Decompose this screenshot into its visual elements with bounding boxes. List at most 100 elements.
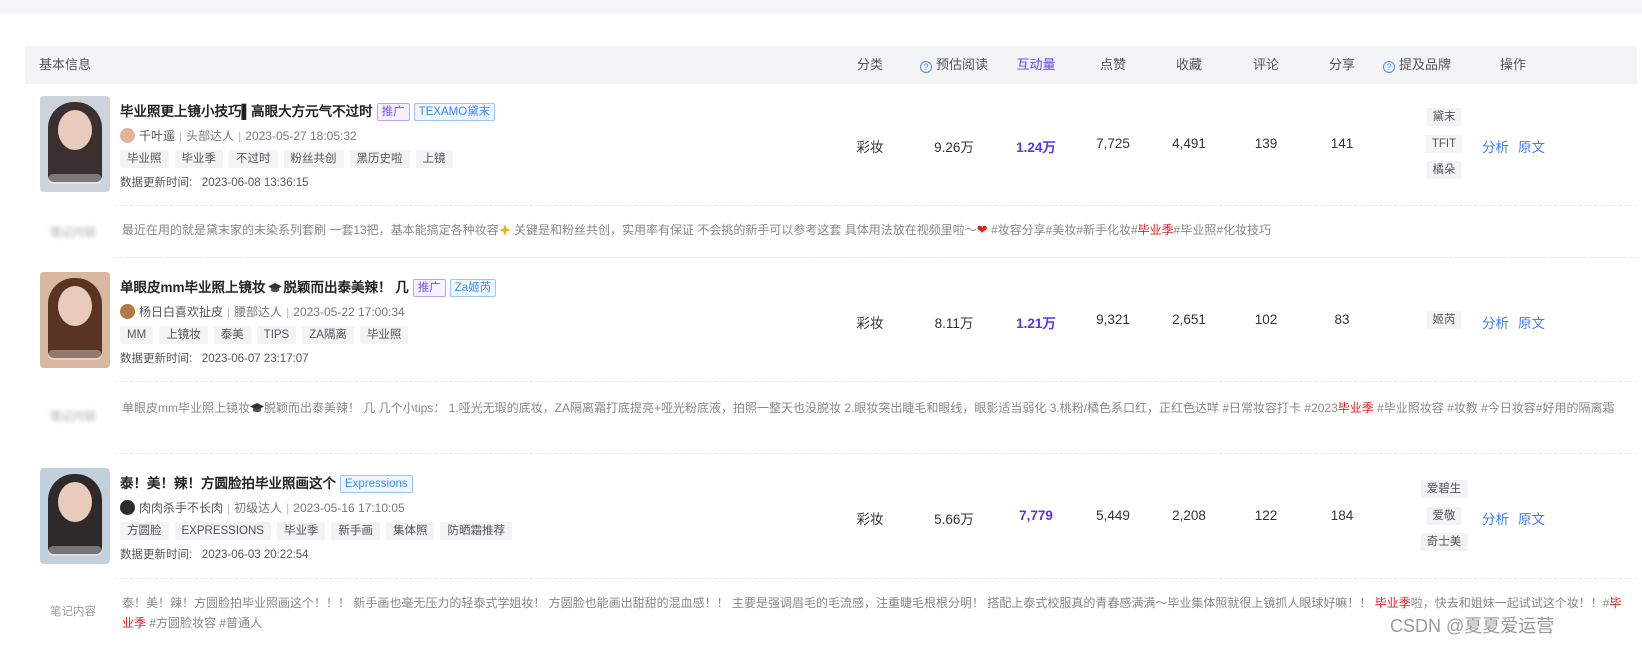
note-text: 单眼皮mm毕业照上镜妆 脱颖而出泰美辣！ 几 几个小tips： 1.哑光无瑕的底妆…: [122, 401, 1615, 415]
note-label: 笔记内容: [50, 227, 96, 239]
shares-value: 141: [1330, 136, 1354, 151]
header-shares[interactable]: 分享: [1329, 46, 1355, 84]
category-value: 彩妆: [856, 140, 884, 155]
header-comments[interactable]: 评论: [1253, 46, 1279, 84]
tag: TIPS: [256, 326, 297, 344]
divider: [115, 205, 1637, 206]
help-icon[interactable]: ?: [1382, 61, 1395, 73]
tag: 毕业季: [174, 150, 223, 168]
brand-tag: 橘朵: [1426, 161, 1462, 179]
brand-tag: 姬芮: [1426, 311, 1462, 329]
shares-value: 184: [1330, 508, 1354, 523]
tag: 毕业照: [359, 326, 409, 344]
author-name[interactable]: 杨日白喜欢扯皮: [139, 305, 223, 319]
note-label: 笔记内容: [50, 411, 96, 423]
tag: 上镜: [415, 150, 453, 168]
note-title[interactable]: 泰！美！辣！方圆脸拍毕业照画这个 Expressions: [120, 472, 413, 493]
analyze-link[interactable]: 分析: [1482, 312, 1509, 332]
author-name[interactable]: 肉肉杀手不长肉: [139, 501, 223, 515]
comments-value: 102: [1254, 312, 1278, 327]
graduation-cap-icon: [267, 283, 282, 293]
brand-badge: TEXAMO黛末: [413, 103, 496, 121]
divider: [115, 578, 1637, 579]
interaction-value: 1.21万: [1016, 316, 1056, 331]
likes-value: 5,449: [1096, 508, 1130, 523]
comments-value: 139: [1254, 136, 1278, 151]
likes-value: 7,725: [1096, 136, 1130, 151]
tag: 泰美: [213, 326, 251, 344]
original-link[interactable]: 原文: [1518, 508, 1545, 528]
likes-value: 9,321: [1096, 312, 1130, 327]
interaction-value: 1.24万: [1016, 140, 1056, 155]
author-level: 初级达人: [234, 501, 283, 515]
divider: [115, 381, 1637, 382]
note-text: 最近在用的就是黛末家的未染系列套刷 一套13把，基本能搞定各种妆容 关键是和粉丝…: [122, 222, 1272, 237]
header-est-read-label: 预估阅读: [935, 57, 989, 72]
avatar[interactable]: [120, 500, 135, 515]
publish-date: 2023-05-22 17:00:34: [293, 305, 405, 319]
author-line: 杨日白喜欢扯皮 | 腰部达人 | 2023-05-22 17:00:34: [120, 303, 405, 320]
header-brand-mention[interactable]: ? 提及品牌: [1382, 46, 1452, 84]
brand-badge: Za姬芮: [449, 279, 497, 297]
header-favorites[interactable]: 收藏: [1176, 46, 1202, 84]
brand-tag: 黛末: [1426, 108, 1462, 126]
promo-badge: 推广: [412, 279, 446, 297]
note-label: 笔记内容: [50, 606, 96, 618]
shares-value: 83: [1334, 312, 1350, 327]
tag: 上镜妆: [159, 326, 208, 344]
est-read-value: 9.26万: [934, 140, 974, 155]
brand-tag: 爱碧生: [1420, 480, 1468, 498]
note-title[interactable]: 单眼皮mm毕业照上镜妆 脱颖而出泰美辣！ 几推广 Za姬芮: [120, 276, 497, 297]
tag: 毕业季: [276, 522, 326, 540]
note-thumbnail[interactable]: [40, 96, 110, 192]
header-brand-mention-label: 提及品牌: [1398, 57, 1452, 72]
brand-badge: Expressions: [340, 475, 413, 493]
heart-icon: ❤: [976, 222, 988, 237]
est-read-value: 5.66万: [934, 512, 974, 527]
original-link[interactable]: 原文: [1518, 312, 1545, 332]
help-icon[interactable]: ?: [919, 61, 932, 73]
tag: 不过时: [229, 150, 278, 168]
note-thumbnail[interactable]: [40, 468, 110, 564]
graduation-cap-icon: [250, 403, 264, 413]
avatar[interactable]: [120, 304, 135, 319]
update-time: 数据更新时间: 2023-06-07 23:17:07: [120, 353, 309, 365]
header-basic-info: 基本信息: [39, 57, 92, 72]
category-value: 彩妆: [856, 316, 884, 331]
promo-badge: 推广: [376, 103, 410, 121]
analyze-link[interactable]: 分析: [1482, 508, 1509, 528]
original-link[interactable]: 原文: [1518, 136, 1545, 156]
header-likes[interactable]: 点赞: [1100, 46, 1126, 84]
note-title[interactable]: 毕业照更上镜小技巧▌高眼大方元气不过时 推广 TEXAMO黛末: [120, 100, 496, 121]
tag: 防晒霜推荐: [440, 522, 512, 540]
tag: 毕业照: [120, 150, 169, 168]
header-category[interactable]: 分类: [857, 46, 883, 84]
header-est-read[interactable]: ? 预估阅读: [919, 46, 989, 84]
tag: 黑历史啦: [349, 150, 410, 168]
tag: 方圆脸: [120, 522, 169, 540]
brand-tag: 奇士美: [1420, 533, 1468, 551]
author-level: 头部达人: [186, 129, 235, 143]
avatar[interactable]: [120, 128, 135, 143]
header-interaction[interactable]: 互动量: [1016, 46, 1055, 84]
update-time: 数据更新时间: 2023-06-08 13:36:15: [120, 177, 309, 189]
author-line: 千叶遥 | 头部达人 | 2023-05-27 18:05:32: [120, 127, 357, 144]
favorites-value: 2,651: [1172, 312, 1206, 327]
top-band: [0, 0, 1642, 14]
tag: EXPRESSIONS: [174, 522, 271, 540]
analyze-link[interactable]: 分析: [1482, 136, 1509, 156]
note-thumbnail[interactable]: [40, 272, 110, 368]
tag-list: 方圆脸 EXPRESSIONS 毕业季 新手画 集体照 防晒霜推荐: [120, 522, 518, 540]
category-value: 彩妆: [856, 512, 884, 527]
sparkle-icon: [498, 224, 511, 236]
tag: 粉丝共创: [283, 150, 344, 168]
publish-date: 2023-05-16 17:10:05: [293, 501, 405, 515]
comments-value: 122: [1254, 508, 1278, 523]
brand-tag: TFIT: [1425, 135, 1463, 153]
interaction-value: 7,779: [1019, 508, 1053, 523]
author-name[interactable]: 千叶遥: [139, 129, 175, 143]
tag: ZA隔离: [302, 326, 354, 344]
divider: [115, 453, 1637, 454]
tag: 新手画: [331, 522, 380, 540]
tag-list: MM 上镜妆 泰美 TIPS ZA隔离 毕业照: [120, 326, 414, 344]
